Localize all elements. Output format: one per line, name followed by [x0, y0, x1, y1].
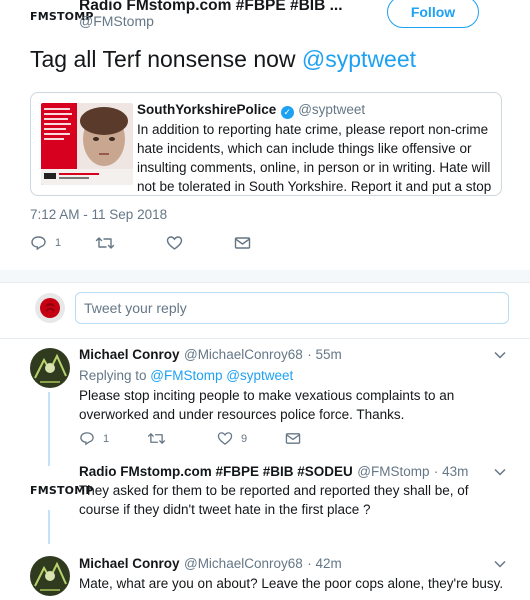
chevron-down-icon: [494, 560, 506, 568]
reply-time[interactable]: · 55m: [307, 347, 342, 362]
tweet-text: Tag all Terf nonsense now @syptweet: [30, 45, 510, 73]
reply-count: 1: [103, 432, 110, 445]
rose-avatar-image: [35, 293, 65, 323]
like-action[interactable]: [166, 235, 183, 251]
envelope-icon: [234, 237, 251, 249]
more-options-button[interactable]: [494, 467, 506, 479]
verified-badge-icon: ✓: [280, 106, 294, 119]
reply-input[interactable]: Tweet your reply: [75, 292, 509, 324]
heart-icon: [166, 236, 183, 250]
retweet-action[interactable]: [95, 235, 115, 251]
quoted-tweet-card[interactable]: SouthYorkshirePolice ✓ @syptweet In addi…: [30, 92, 502, 196]
retweet-action[interactable]: [147, 431, 166, 446]
retweet-icon: [147, 433, 166, 444]
reply-author-name[interactable]: Michael Conroy: [79, 556, 180, 571]
quoted-author-handle[interactable]: @syptweet: [298, 102, 365, 117]
replying-to-label: Replying to: [79, 368, 151, 383]
reply-author-handle[interactable]: @MichaelConroy68: [184, 556, 303, 571]
replying-to: Replying to @FMStomp @syptweet: [79, 366, 293, 385]
chevron-down-icon: [494, 351, 506, 359]
reply-text: Please stop inciting people to make vexa…: [79, 388, 455, 422]
reply-author-handle[interactable]: @MichaelConroy68: [184, 347, 303, 362]
section-gap: [0, 270, 530, 282]
reply-count: 1: [55, 237, 62, 249]
follow-button[interactable]: Follow: [387, 0, 479, 28]
reply-author-handle[interactable]: @FMStomp: [357, 464, 429, 479]
reply-icon: [31, 236, 46, 251]
like-action[interactable]: 9: [217, 431, 247, 446]
author-handle[interactable]: @FMStomp: [79, 13, 154, 29]
current-user-avatar[interactable]: [35, 293, 65, 323]
reply-author-avatar[interactable]: [30, 556, 70, 596]
reply-author-avatar[interactable]: [30, 348, 70, 388]
divider: [0, 338, 530, 339]
quoted-tweet-text: In addition to reporting hate crime, ple…: [137, 122, 492, 194]
retweet-icon: [95, 237, 115, 249]
divider: [0, 282, 530, 283]
heart-icon: [217, 432, 233, 445]
like-count: 9: [241, 432, 248, 445]
reply-author-name[interactable]: Michael Conroy: [79, 347, 180, 362]
envelope-icon: [285, 433, 301, 444]
reply-header: Radio FMstomp.com #FBPE #BIB #SODEU @FMS…: [79, 463, 468, 481]
reply-actions: 1 9: [79, 431, 319, 449]
reply-time[interactable]: · 43m: [434, 464, 469, 479]
tweet-actions: 1: [30, 235, 270, 255]
chevron-down-icon: [494, 468, 506, 476]
reply-action[interactable]: 1: [79, 431, 109, 446]
reply-header: Michael Conroy @MichaelConroy68 · 42m: [79, 555, 342, 573]
reply-icon: [80, 432, 94, 446]
thumbnail-image: [41, 103, 133, 185]
more-options-button[interactable]: [494, 350, 506, 362]
dm-action[interactable]: [234, 235, 251, 251]
reply-header: Michael Conroy @MichaelConroy68 · 55m: [79, 346, 342, 364]
quoted-tweet-thumbnail: [41, 103, 133, 185]
reply-action[interactable]: 1: [30, 235, 61, 251]
reply-author-name[interactable]: Radio FMstomp.com #FBPE #BIB #SODEU: [79, 464, 353, 479]
reply-text: Mate, what are you on about? Leave the p…: [79, 576, 504, 591]
dm-action[interactable]: [285, 431, 301, 446]
more-options-button[interactable]: [494, 559, 506, 571]
thread-line: [48, 510, 50, 544]
reply-time[interactable]: · 42m: [307, 556, 342, 571]
quoted-author-name[interactable]: SouthYorkshirePolice: [137, 102, 276, 117]
quoted-tweet-header: SouthYorkshirePolice ✓ @syptweet: [137, 101, 365, 119]
tweet-timestamp[interactable]: 7:12 AM - 11 Sep 2018: [30, 207, 167, 222]
tweet-mention[interactable]: @syptweet: [302, 46, 416, 72]
reply-text: They asked for them to be reported and r…: [79, 483, 469, 517]
replying-to-mentions[interactable]: @FMStomp @syptweet: [150, 368, 293, 383]
avatar-image: [30, 556, 70, 596]
avatar-image: [30, 348, 70, 388]
tweet-text-body: Tag all Terf nonsense now: [30, 46, 302, 72]
thread-line: [48, 392, 50, 466]
